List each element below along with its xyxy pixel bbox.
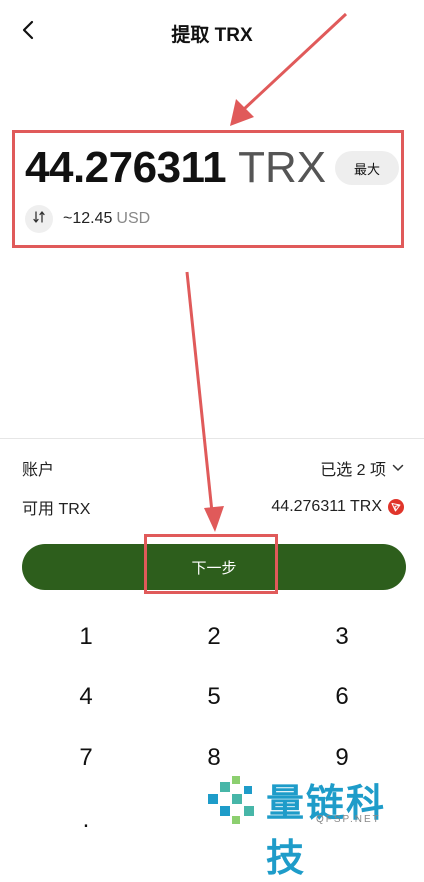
swap-vertical-icon — [32, 210, 46, 229]
page-title: 提取 TRX — [171, 25, 253, 46]
amount-value[interactable]: 44.276311 — [25, 143, 227, 193]
keypad-key-6[interactable]: 6 — [297, 677, 387, 717]
keypad-key-1[interactable]: 1 — [41, 617, 131, 657]
available-label: 可用 TRX — [22, 501, 91, 518]
account-selected-value: 已选 2 项 — [320, 462, 386, 479]
tron-icon — [388, 499, 404, 515]
usd-unit: USD — [116, 210, 151, 227]
amount-row: 44.276311 TRX — [25, 143, 326, 193]
account-label: 账户 — [22, 462, 55, 479]
amount-unit: TRX — [238, 143, 327, 192]
available-balance: 44.276311 TRX — [271, 498, 404, 516]
next-step-button[interactable]: 下一步 — [22, 544, 406, 590]
keypad-key-decimal[interactable]: . — [41, 800, 131, 840]
swap-currency-button[interactable] — [25, 205, 53, 233]
watermark: 量链科技 QFSP.NET — [204, 770, 424, 880]
watermark-text: 量链科技 — [266, 781, 387, 880]
fiat-conversion-row: ~12.45 USD — [25, 205, 150, 233]
keypad-key-5[interactable]: 5 — [169, 677, 259, 717]
usd-value: ~12.45 — [63, 210, 113, 227]
max-button[interactable]: 最大 — [335, 151, 399, 185]
keypad-key-2[interactable]: 2 — [169, 617, 259, 657]
account-selector[interactable]: 已选 2 项 — [320, 456, 404, 480]
keypad-key-3[interactable]: 3 — [297, 617, 387, 657]
top-bar: 提取 TRX — [0, 0, 424, 64]
amount-section: 44.276311 TRX 最大 ~12.45 USD — [12, 130, 404, 248]
annotation-arrowhead-top — [230, 99, 254, 126]
watermark-subtext: QFSP.NET — [316, 814, 381, 825]
keypad-key-7[interactable]: 7 — [41, 738, 131, 778]
keypad-key-4[interactable]: 4 — [41, 677, 131, 717]
account-row[interactable]: 账户 已选 2 项 — [22, 456, 404, 480]
chevron-down-icon — [392, 459, 404, 477]
watermark-logo-icon — [204, 772, 260, 833]
section-divider — [0, 438, 424, 439]
available-value: 44.276311 TRX — [271, 498, 382, 515]
available-row: 可用 TRX 44.276311 TRX — [22, 495, 404, 519]
